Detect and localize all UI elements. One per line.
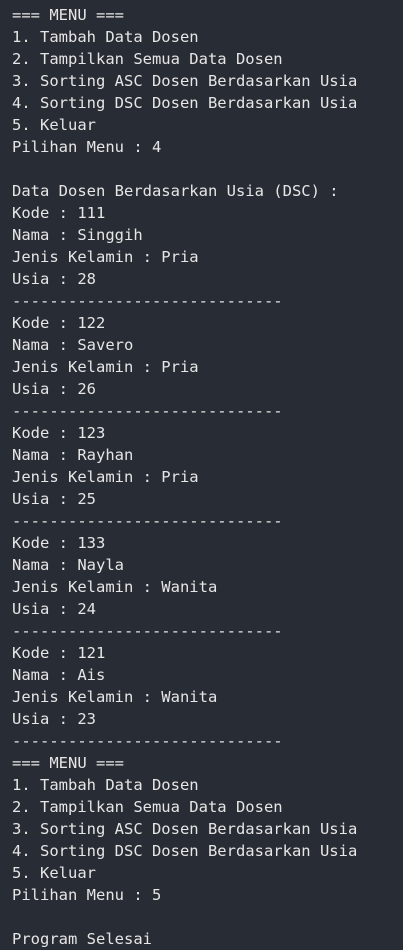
menu-item: 2. Tampilkan Semua Data Dosen [12, 50, 283, 68]
record-kode: Kode : 122 [12, 314, 106, 332]
record-kode: Kode : 111 [12, 204, 106, 222]
record-nama: Nama : Nayla [12, 556, 124, 574]
record-jenis-kelamin: Jenis Kelamin : Wanita [12, 688, 218, 706]
record-kode: Kode : 133 [12, 534, 106, 552]
record-nama: Nama : Rayhan [12, 446, 134, 464]
menu-item: 5. Keluar [12, 864, 96, 882]
record-nama: Nama : Singgih [12, 226, 143, 244]
record-separator: ----------------------------- [12, 402, 283, 420]
record-kode: Kode : 121 [12, 644, 106, 662]
record-separator: ----------------------------- [12, 292, 283, 310]
record-usia: Usia : 25 [12, 490, 96, 508]
record-jenis-kelamin: Jenis Kelamin : Pria [12, 248, 199, 266]
record-nama: Nama : Ais [12, 666, 106, 684]
record-usia: Usia : 23 [12, 710, 96, 728]
record-usia: Usia : 28 [12, 270, 96, 288]
record-separator: ----------------------------- [12, 732, 283, 750]
record-usia: Usia : 24 [12, 600, 96, 618]
menu-item: 3. Sorting ASC Dosen Berdasarkan Usia [12, 72, 358, 90]
record-usia: Usia : 26 [12, 380, 96, 398]
exit-message: Program Selesai [12, 930, 152, 948]
menu-prompt: Pilihan Menu : 4 [12, 138, 162, 156]
menu-item: 1. Tambah Data Dosen [12, 28, 199, 46]
terminal-output: === MENU === 1. Tambah Data Dosen 2. Tam… [0, 0, 403, 950]
menu-item: 4. Sorting DSC Dosen Berdasarkan Usia [12, 94, 358, 112]
record-kode: Kode : 123 [12, 424, 106, 442]
menu-item: 2. Tampilkan Semua Data Dosen [12, 798, 283, 816]
menu-item: 3. Sorting ASC Dosen Berdasarkan Usia [12, 820, 358, 838]
menu-item: 1. Tambah Data Dosen [12, 776, 199, 794]
menu-header: === MENU === [12, 6, 124, 24]
record-separator: ----------------------------- [12, 512, 283, 530]
menu-prompt: Pilihan Menu : 5 [12, 886, 162, 904]
menu-header: === MENU === [12, 754, 124, 772]
record-jenis-kelamin: Jenis Kelamin : Pria [12, 468, 199, 486]
record-nama: Nama : Savero [12, 336, 134, 354]
menu-item: 5. Keluar [12, 116, 96, 134]
menu-item: 4. Sorting DSC Dosen Berdasarkan Usia [12, 842, 358, 860]
record-jenis-kelamin: Jenis Kelamin : Pria [12, 358, 199, 376]
record-separator: ----------------------------- [12, 622, 283, 640]
record-jenis-kelamin: Jenis Kelamin : Wanita [12, 578, 218, 596]
result-title: Data Dosen Berdasarkan Usia (DSC) : [12, 182, 339, 200]
